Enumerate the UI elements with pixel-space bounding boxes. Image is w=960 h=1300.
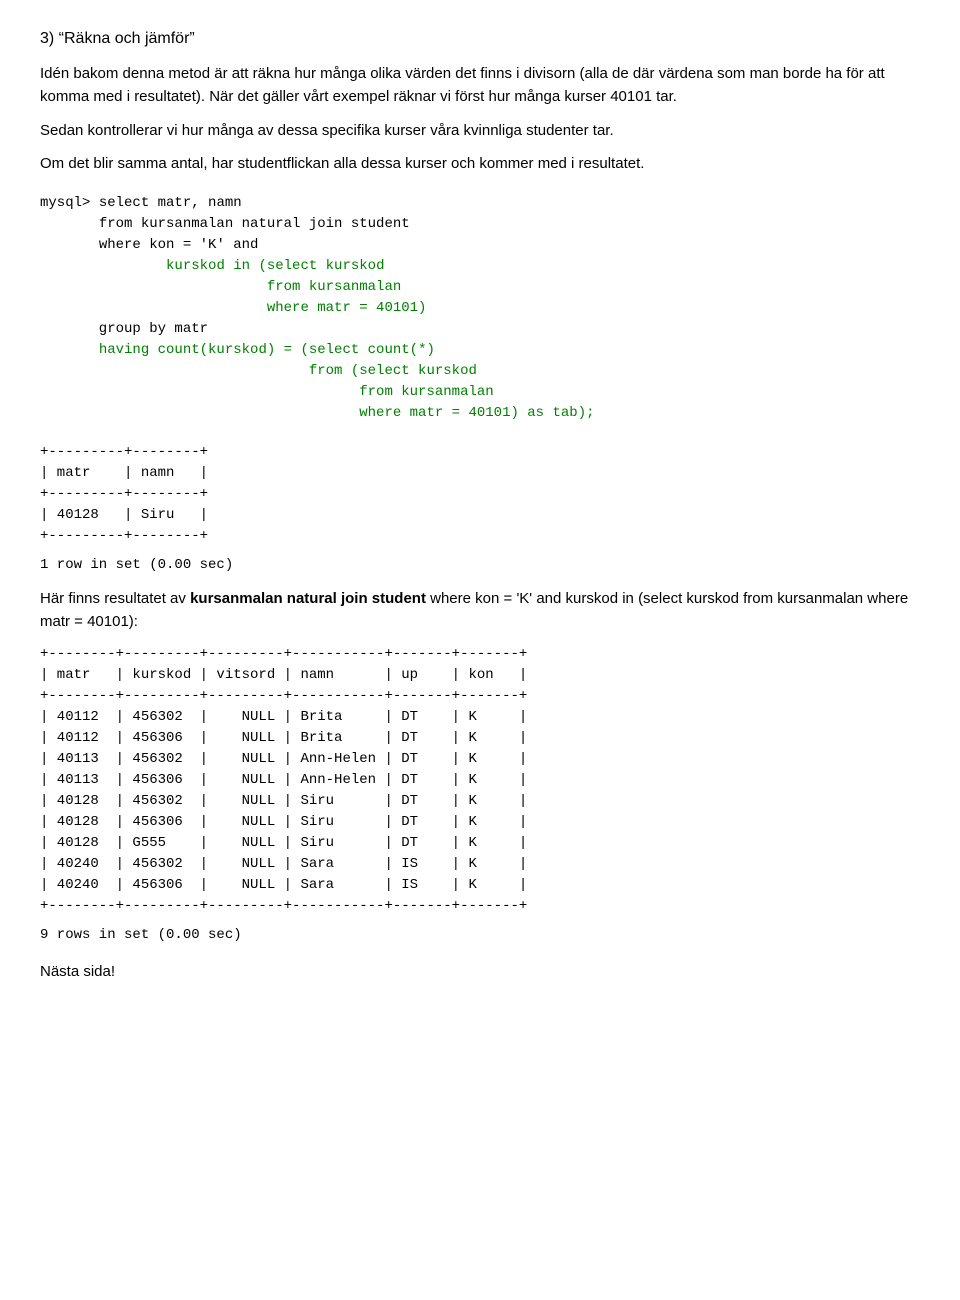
footer-text: Nästa sida!	[40, 963, 920, 980]
paragraph-3: Om det blir samma antal, har studentflic…	[40, 152, 920, 175]
paragraph-2: Sedan kontrollerar vi hur många av dessa…	[40, 119, 920, 142]
section-heading: 3) “Räkna och jämför”	[40, 30, 920, 48]
big-result-table: +--------+---------+---------+----------…	[40, 644, 920, 917]
big-result-rows: 9 rows in set (0.00 sec)	[40, 927, 920, 943]
mysql-prompt: mysql>	[40, 195, 90, 211]
sql-code-block: mysql> select matr, namn from kursanmala…	[40, 193, 920, 424]
small-result-table: +---------+--------+ | matr | namn | +--…	[40, 442, 920, 547]
explanation-text: Här finns resultatet av kursanmalan natu…	[40, 587, 920, 634]
paragraph-1: Idén bakom denna metod är att räkna hur …	[40, 62, 920, 109]
small-result-rows: 1 row in set (0.00 sec)	[40, 557, 920, 573]
code-where1: where	[99, 237, 141, 253]
code-from1: from	[99, 216, 133, 232]
code-having: having count(kurskod) = (select count(*)…	[40, 342, 595, 421]
